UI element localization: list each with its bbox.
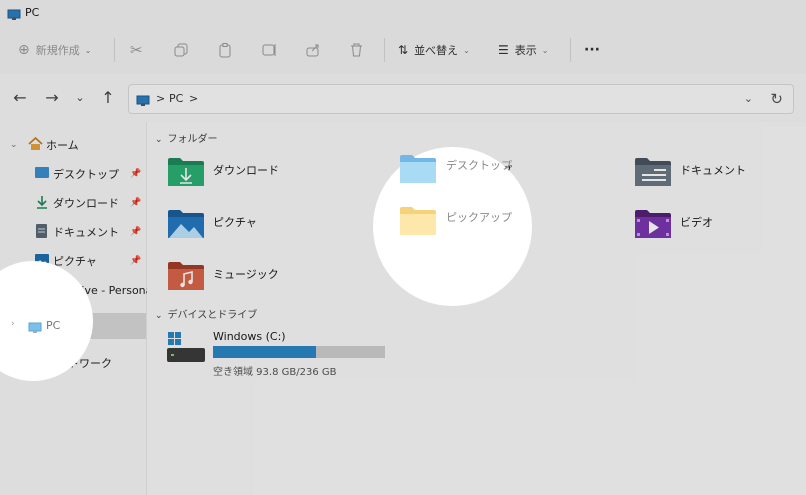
scissors-icon: ✂	[130, 41, 143, 59]
section-title: デバイスとドライブ	[167, 310, 258, 321]
folder-tile-pictures[interactable]: ピクチャ	[167, 206, 377, 242]
title-bar: PC	[0, 0, 806, 26]
copy-icon	[174, 43, 188, 57]
chevron-down-icon: ⌄	[463, 45, 470, 55]
forward-arrow-icon[interactable]: →	[42, 88, 62, 107]
drive-free-space: 空き領域 93.8 GB/236 GB	[213, 367, 337, 378]
toolbar-divider	[384, 38, 385, 62]
address-bar[interactable]: > PC > ⌄ ↻	[128, 84, 794, 114]
recent-dropdown-icon[interactable]: ⌄	[70, 91, 90, 104]
view-label: 表示	[514, 44, 537, 57]
new-label: 新規作成	[35, 44, 80, 57]
address-history-dropdown-icon[interactable]: ⌄	[744, 92, 753, 105]
back-arrow-icon[interactable]: ←	[10, 88, 30, 107]
toolbar-divider	[570, 38, 571, 62]
sidebar-item-label: ホーム	[46, 139, 79, 152]
delete-button[interactable]	[350, 39, 363, 61]
folder-tile-documents[interactable]: ドキュメント	[634, 154, 804, 190]
chevron-down-icon: ⌄	[541, 45, 549, 55]
folder-label: ドキュメント	[680, 164, 746, 177]
sidebar-item-documents[interactable]: ドキュメント 📌	[0, 219, 146, 245]
folders-section-header[interactable]: ⌄ フォルダー	[155, 130, 218, 145]
new-button[interactable]: ⊕ 新規作成 ⌄	[18, 39, 91, 61]
document-icon	[36, 223, 47, 241]
folder-tile-videos[interactable]: ビデオ	[634, 206, 804, 242]
up-arrow-icon[interactable]: ↑	[98, 88, 118, 107]
desktop-folder-icon	[400, 155, 436, 183]
command-bar: ⊕ 新規作成 ⌄ ✂ ⇅ 並べ替え ⌄ ☰ 表示 ⌄ ···	[0, 26, 806, 75]
drives-section-header[interactable]: ⌄ デバイスとドライブ	[155, 306, 257, 321]
home-icon	[28, 136, 43, 154]
sidebar-item-label: デスクトップ	[53, 168, 119, 181]
window-title: PC	[25, 6, 40, 19]
share-icon	[306, 44, 319, 57]
sidebar-item-label: ドキュメント	[53, 226, 119, 239]
breadcrumb-separator[interactable]: >	[189, 92, 198, 105]
view-button[interactable]: ☰ 表示 ⌄	[498, 39, 548, 61]
folder-tile-downloads[interactable]: ダウンロード	[167, 154, 377, 190]
address-row: ← → ⌄ ↑ > PC > ⌄ ↻	[0, 74, 806, 122]
plus-circle-icon: ⊕	[18, 42, 30, 58]
pc-monitor-icon	[136, 92, 150, 111]
music-folder-icon	[168, 262, 204, 290]
pc-monitor-icon	[7, 6, 21, 25]
chevron-down-icon: ⌄	[155, 135, 163, 145]
rename-button[interactable]	[262, 39, 278, 61]
sidebar-item-home[interactable]: ⌄ ホーム	[0, 132, 146, 158]
pc-monitor-icon	[28, 319, 42, 338]
sort-arrows-icon: ⇅	[398, 43, 409, 57]
spotlight-pickup-folder: ピックアップ デスクトップ	[373, 147, 532, 306]
documents-folder-icon	[635, 158, 671, 186]
clipboard-icon	[219, 42, 231, 57]
drive-usage-bar	[213, 346, 385, 358]
pin-icon: 📌	[130, 256, 142, 266]
toolbar-divider	[114, 38, 115, 62]
view-list-icon: ☰	[498, 43, 509, 57]
sidebar-item-downloads[interactable]: ダウンロード 📌	[0, 190, 146, 216]
drive-tile-c[interactable]: Windows (C:) 空き領域 93.8 GB/236 GB	[167, 330, 407, 378]
folder-icon	[400, 207, 436, 235]
pin-icon: 📌	[130, 227, 142, 237]
download-arrow-icon	[36, 195, 48, 212]
share-button[interactable]	[306, 39, 321, 61]
folder-label: ミュージック	[213, 268, 279, 281]
breadcrumb-separator: >	[156, 92, 166, 105]
paste-button[interactable]	[218, 39, 232, 61]
pin-icon: 📌	[130, 198, 142, 208]
cut-button[interactable]: ✂	[130, 39, 143, 61]
sidebar-item-desktop[interactable]: デスクトップ 📌	[0, 161, 146, 187]
folder-label: ピクチャ	[213, 216, 257, 229]
rename-icon	[262, 44, 276, 56]
windows-drive-icon	[167, 332, 205, 362]
breadcrumb-pc[interactable]: PC	[169, 92, 183, 105]
trash-icon	[351, 43, 362, 57]
spotlight-pc-label: PC	[46, 319, 61, 332]
more-label: ···	[584, 42, 600, 58]
chevron-down-icon: ⌄	[84, 45, 92, 55]
chevron-down-icon: ⌄	[10, 140, 18, 150]
copy-button[interactable]	[174, 39, 188, 61]
refresh-icon[interactable]: ↻	[770, 90, 783, 108]
sidebar-item-label: ダウンロード	[53, 197, 119, 210]
more-options-button[interactable]: ···	[584, 39, 600, 61]
sort-button[interactable]: ⇅ 並べ替え ⌄	[398, 39, 470, 61]
spotlight-pickup-label: ピックアップ	[446, 211, 512, 224]
spotlight-desktop-label: デスクトップ	[446, 159, 512, 172]
folder-label: ビデオ	[680, 216, 713, 229]
chevron-down-icon: ⌄	[155, 311, 163, 321]
chevron-right-icon: ›	[11, 319, 15, 329]
folder-tile-music[interactable]: ミュージック	[167, 258, 377, 294]
folder-label: ダウンロード	[213, 164, 279, 177]
drive-usage-fill	[213, 346, 317, 358]
drive-label: Windows (C:)	[213, 330, 286, 343]
pictures-folder-icon	[168, 210, 204, 238]
section-title: フォルダー	[167, 134, 218, 145]
sort-label: 並べ替え	[414, 44, 459, 57]
desktop-icon	[35, 167, 49, 181]
videos-folder-icon	[635, 210, 671, 238]
pin-icon: 📌	[130, 169, 142, 179]
download-folder-icon	[168, 158, 204, 186]
